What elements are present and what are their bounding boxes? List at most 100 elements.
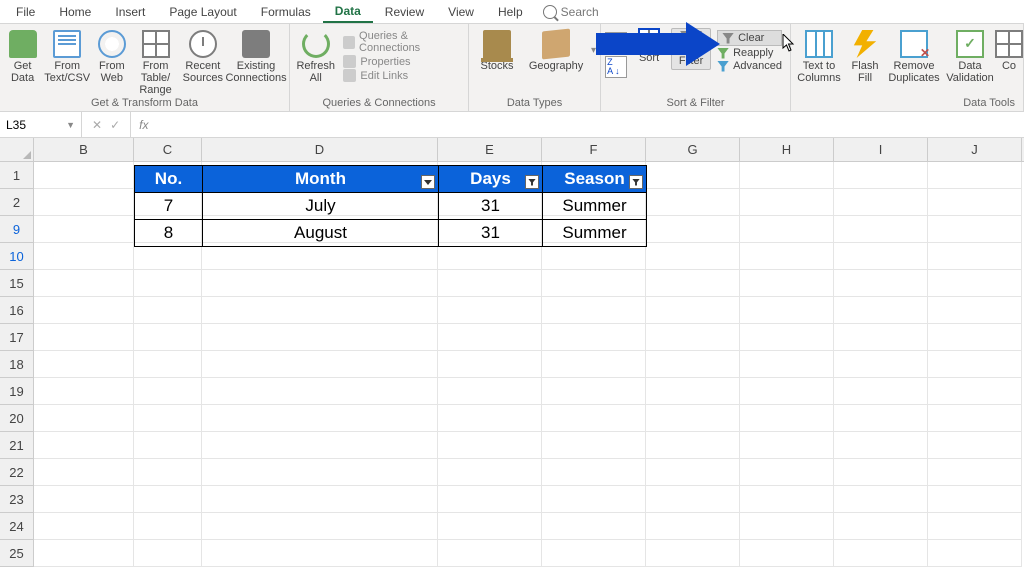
cell[interactable] bbox=[202, 297, 438, 324]
cell[interactable] bbox=[646, 270, 740, 297]
reapply-button[interactable]: Reapply bbox=[717, 47, 782, 59]
cell[interactable] bbox=[928, 216, 1022, 243]
cell[interactable] bbox=[646, 162, 740, 189]
grid-row[interactable]: 25 bbox=[0, 540, 1024, 567]
cell[interactable] bbox=[134, 486, 202, 513]
cell[interactable] bbox=[928, 189, 1022, 216]
cell[interactable] bbox=[542, 270, 646, 297]
cell[interactable] bbox=[542, 405, 646, 432]
row-header[interactable]: 21 bbox=[0, 432, 34, 459]
cell[interactable] bbox=[542, 513, 646, 540]
cell[interactable] bbox=[834, 270, 928, 297]
cell[interactable] bbox=[134, 405, 202, 432]
cell[interactable] bbox=[34, 513, 134, 540]
from-text-csv-button[interactable]: From Text/CSV bbox=[43, 28, 91, 84]
cell[interactable] bbox=[834, 216, 928, 243]
cell[interactable] bbox=[928, 513, 1022, 540]
cell[interactable] bbox=[34, 189, 134, 216]
enter-formula-icon[interactable]: ✓ bbox=[110, 118, 120, 132]
cell[interactable] bbox=[542, 540, 646, 567]
cell[interactable] bbox=[542, 459, 646, 486]
grid-row[interactable]: 20 bbox=[0, 405, 1024, 432]
cell[interactable] bbox=[438, 351, 542, 378]
cell[interactable] bbox=[834, 324, 928, 351]
table-header-days[interactable]: Days bbox=[439, 166, 543, 193]
cell[interactable] bbox=[438, 324, 542, 351]
cell[interactable] bbox=[202, 432, 438, 459]
cell[interactable] bbox=[542, 243, 646, 270]
cell[interactable] bbox=[834, 513, 928, 540]
clear-filter-button[interactable]: Clear bbox=[717, 30, 782, 46]
cell[interactable] bbox=[134, 459, 202, 486]
cell[interactable] bbox=[34, 162, 134, 189]
cell[interactable] bbox=[542, 351, 646, 378]
table-row[interactable]: 7 July 31 Summer bbox=[135, 193, 647, 220]
cell[interactable] bbox=[834, 378, 928, 405]
cell[interactable] bbox=[646, 486, 740, 513]
cell[interactable] bbox=[202, 351, 438, 378]
edit-links-button[interactable]: Edit Links bbox=[343, 69, 460, 82]
cell[interactable] bbox=[646, 351, 740, 378]
cell[interactable] bbox=[834, 189, 928, 216]
cell[interactable] bbox=[34, 486, 134, 513]
cell[interactable] bbox=[134, 351, 202, 378]
properties-button[interactable]: Properties bbox=[343, 55, 460, 68]
row-header[interactable]: 18 bbox=[0, 351, 34, 378]
col-header[interactable]: F bbox=[542, 138, 646, 161]
grid-row[interactable]: 15 bbox=[0, 270, 1024, 297]
cell[interactable] bbox=[542, 432, 646, 459]
grid-row[interactable]: 23 bbox=[0, 486, 1024, 513]
cell[interactable] bbox=[438, 432, 542, 459]
cell[interactable] bbox=[834, 351, 928, 378]
cell[interactable] bbox=[740, 540, 834, 567]
cell[interactable] bbox=[740, 243, 834, 270]
tab-help[interactable]: Help bbox=[486, 1, 535, 22]
cell[interactable] bbox=[202, 378, 438, 405]
cell[interactable] bbox=[646, 243, 740, 270]
advanced-filter-button[interactable]: Advanced bbox=[717, 60, 782, 72]
grid-row[interactable]: 19 bbox=[0, 378, 1024, 405]
row-header[interactable]: 1 bbox=[0, 162, 34, 189]
tab-data[interactable]: Data bbox=[323, 0, 373, 23]
cell[interactable] bbox=[928, 351, 1022, 378]
cell[interactable] bbox=[134, 270, 202, 297]
cell[interactable] bbox=[202, 324, 438, 351]
cell[interactable] bbox=[202, 540, 438, 567]
filter-active-icon[interactable] bbox=[525, 175, 539, 189]
cell[interactable] bbox=[740, 297, 834, 324]
cell[interactable] bbox=[834, 432, 928, 459]
cell[interactable] bbox=[34, 432, 134, 459]
from-web-button[interactable]: From Web bbox=[93, 28, 130, 84]
cell[interactable] bbox=[646, 324, 740, 351]
cell[interactable] bbox=[134, 243, 202, 270]
table-header-no[interactable]: No. bbox=[135, 166, 203, 193]
tab-insert[interactable]: Insert bbox=[103, 1, 157, 22]
col-header[interactable]: J bbox=[928, 138, 1022, 161]
grid-row[interactable]: 21 bbox=[0, 432, 1024, 459]
select-all-cell[interactable] bbox=[0, 138, 34, 161]
sort-button[interactable]: Sort bbox=[629, 28, 669, 64]
formula-input[interactable] bbox=[156, 112, 1024, 137]
cell[interactable] bbox=[134, 432, 202, 459]
cell[interactable] bbox=[646, 459, 740, 486]
cell[interactable] bbox=[202, 513, 438, 540]
sort-asc-button[interactable]: AZ ↓ bbox=[605, 32, 627, 54]
row-header[interactable]: 24 bbox=[0, 513, 34, 540]
cell[interactable] bbox=[34, 378, 134, 405]
data-validation-button[interactable]: Data Validation bbox=[943, 28, 997, 84]
cell[interactable] bbox=[646, 513, 740, 540]
row-header[interactable]: 22 bbox=[0, 459, 34, 486]
stocks-button[interactable]: Stocks bbox=[473, 28, 521, 72]
refresh-all-button[interactable]: Refresh All bbox=[294, 28, 337, 84]
cell[interactable] bbox=[834, 405, 928, 432]
cell[interactable] bbox=[928, 162, 1022, 189]
table-row[interactable]: 8 August 31 Summer bbox=[135, 220, 647, 247]
row-header[interactable]: 25 bbox=[0, 540, 34, 567]
cell[interactable] bbox=[928, 270, 1022, 297]
cell[interactable] bbox=[928, 459, 1022, 486]
tell-me-search[interactable]: Search bbox=[543, 5, 599, 19]
cell[interactable] bbox=[438, 540, 542, 567]
cell[interactable] bbox=[438, 378, 542, 405]
grid-row[interactable]: 16 bbox=[0, 297, 1024, 324]
consolidate-button[interactable]: Co bbox=[999, 28, 1019, 72]
